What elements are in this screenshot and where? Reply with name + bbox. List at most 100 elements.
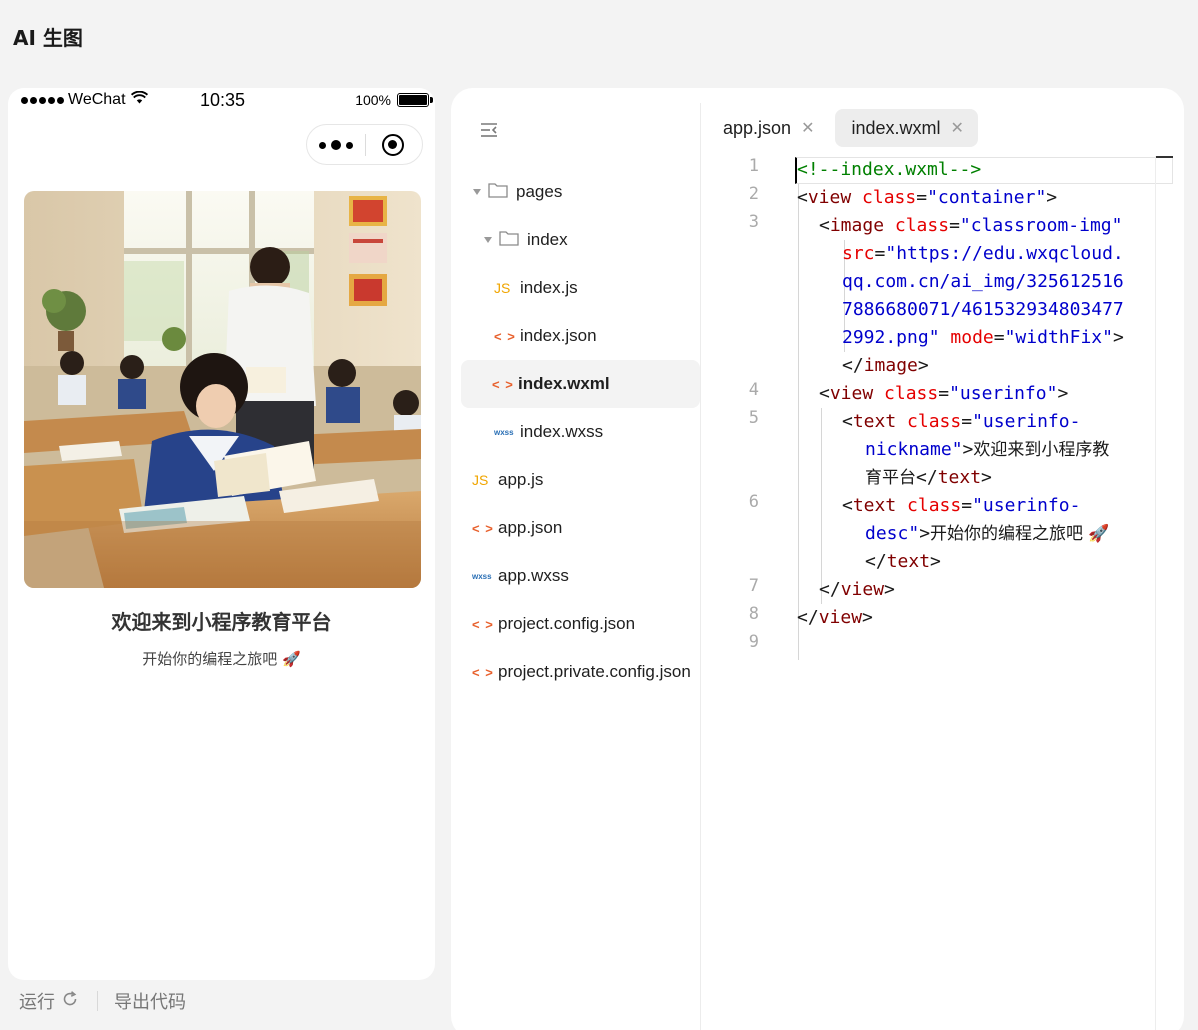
code-file-icon: < > [472, 664, 494, 680]
code-token: text [886, 551, 931, 572]
signal-icon [21, 96, 64, 104]
code-token: < [797, 187, 808, 208]
code-token: class [894, 215, 950, 236]
code-token: > [919, 523, 931, 544]
folder-icon [499, 230, 519, 251]
code-line: <text class="userinfo- [842, 492, 1080, 520]
folder-icon [488, 182, 508, 203]
tree-file-index-wxss[interactable]: wxss index.wxss [494, 408, 603, 456]
tree-file-app-js[interactable]: JS app.js [472, 456, 543, 504]
tree-item-label: app.json [498, 518, 563, 537]
code-line: </image> [842, 352, 929, 380]
run-button[interactable]: 运行 [19, 988, 79, 1014]
editor-scrollbar[interactable] [1155, 156, 1156, 1030]
line-number: 1 [748, 156, 759, 176]
code-token: src [842, 243, 875, 264]
tree-item-label: index.js [520, 278, 578, 297]
code-token: qq.com.cn/ai_img/325612516 [842, 271, 1124, 292]
close-miniprogram-icon[interactable] [382, 134, 404, 156]
caret-down-icon [484, 237, 492, 243]
code-token: > [981, 467, 992, 488]
panel-divider [700, 103, 701, 1030]
code-token: 欢迎来到小程序教 [973, 440, 1110, 460]
code-token: 7886680071/461532934803477 [842, 299, 1124, 320]
code-token: = [961, 495, 973, 516]
tab-index-wxml[interactable]: index.wxml ✕ [835, 109, 978, 147]
tree-file-project-private-config[interactable]: < > project.private.config.json [472, 648, 700, 696]
code-token: image [829, 215, 885, 236]
tree-folder-pages[interactable]: pages [473, 168, 562, 216]
indent-guide [798, 184, 799, 660]
code-line: 7886680071/461532934803477 [842, 296, 1124, 324]
code-file-icon: < > [492, 376, 514, 392]
tree-item-label: project.config.json [498, 614, 636, 633]
code-token: view [818, 607, 863, 628]
tree-file-app-wxss[interactable]: wxss app.wxss [472, 552, 569, 600]
code-token: view [840, 579, 885, 600]
tree-item-label: project.private.config.json [498, 662, 691, 681]
code-token: view [807, 187, 852, 208]
tree-item-label: pages [516, 182, 563, 201]
editor-tabs: app.json ✕ index.wxml ✕ [707, 109, 978, 147]
code-token: 开始你的编程之旅吧 🚀 [930, 524, 1110, 544]
line-number: 5 [748, 408, 759, 428]
line-number: 6 [748, 492, 759, 512]
code-token: > [930, 551, 941, 572]
code-token: > [917, 355, 929, 376]
bottom-action-bar: 运行 导出代码 [19, 988, 186, 1014]
close-tab-icon[interactable]: ✕ [951, 118, 964, 138]
line-number: 3 [748, 212, 759, 232]
tree-item-label: index.wxss [520, 422, 604, 441]
code-token: > [884, 579, 895, 600]
tree-item-label: app.js [498, 470, 544, 489]
tab-app-json[interactable]: app.json ✕ [707, 109, 829, 147]
export-code-button[interactable]: 导出代码 [114, 988, 186, 1014]
code-token: "container" [927, 187, 1047, 208]
tree-file-app-json[interactable]: < > app.json [472, 504, 562, 552]
tree-folder-index[interactable]: index [484, 216, 568, 264]
line-number: 8 [748, 604, 759, 624]
miniprogram-capsule [306, 124, 423, 165]
welcome-text: 欢迎来到小程序教育平台 [111, 610, 332, 634]
code-token: "widthFix" [1004, 327, 1113, 348]
status-bar: WeChat 10:35 100% [8, 88, 435, 114]
code-line: 育平台</text> [865, 464, 992, 492]
tree-file-index-json[interactable]: < > index.json [494, 312, 597, 360]
tree-file-index-js[interactable]: JS index.js [494, 264, 578, 312]
desc-text: 开始你的编程之旅吧 🚀 [142, 650, 301, 668]
more-icon[interactable] [319, 138, 353, 152]
tree-file-project-config[interactable]: < > project.config.json [472, 600, 635, 648]
code-editor-panel: pages index JS index.js < > index.json <… [451, 88, 1184, 1030]
code-token: > [1057, 383, 1069, 404]
tab-label: app.json [723, 117, 792, 138]
code-token: > [962, 439, 974, 460]
collapse-sidebar-icon[interactable] [480, 122, 498, 143]
wxss-file-icon: wxss [494, 427, 514, 437]
code-token: </ [865, 551, 887, 572]
tree-item-label: index.wxml [518, 374, 610, 393]
code-token: text [852, 411, 897, 432]
code-token: "userinfo" [949, 383, 1058, 404]
code-line: nickname">欢迎来到小程序教 [865, 436, 1109, 464]
line-number: 2 [748, 184, 759, 204]
line-number: 7 [748, 576, 759, 596]
tree-file-index-wxml[interactable]: < > index.wxml [461, 360, 700, 408]
code-file-icon: < > [472, 616, 494, 632]
code-token: </ [819, 579, 841, 600]
code-line: src="https://edu.wxqcloud. [842, 240, 1124, 268]
indent-guide [821, 408, 822, 604]
code-token: image [863, 355, 918, 376]
code-token: "https://edu.wxqcloud. [885, 243, 1124, 264]
code-line: <view class="container"> [797, 184, 1057, 212]
close-tab-icon[interactable]: ✕ [801, 118, 814, 138]
app-title: AI 生图 [13, 26, 83, 50]
line-number: 4 [748, 380, 759, 400]
code-token: = [938, 383, 950, 404]
code-editor[interactable]: 1 2 3 4 5 6 7 8 9 <!--index.wxml--> <vie… [707, 156, 1173, 1030]
code-token: "userinfo- [972, 411, 1081, 432]
